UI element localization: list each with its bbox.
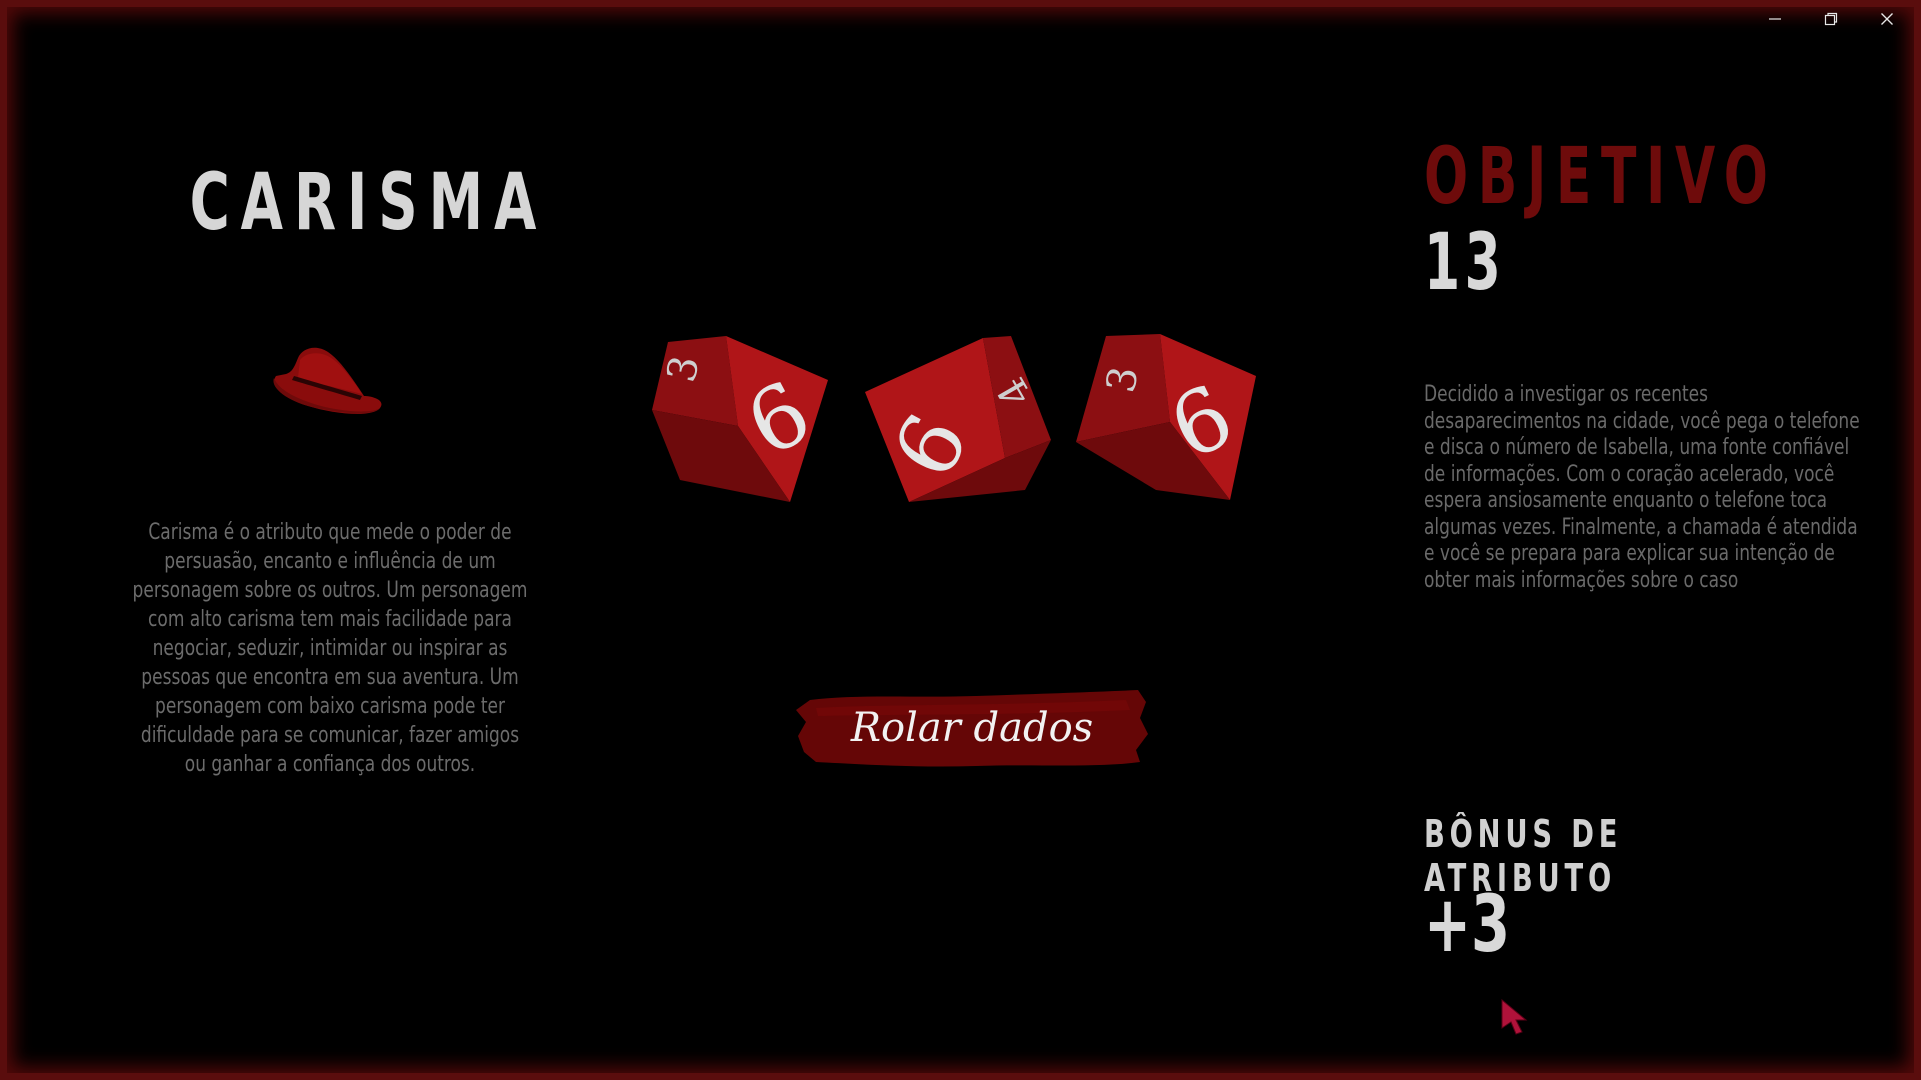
minimize-button[interactable]	[1747, 4, 1803, 34]
window-controls	[1747, 4, 1915, 34]
objective-title: OBJETIVO	[1424, 132, 1778, 222]
story-text: Decidido a investigar os recentes desapa…	[1424, 382, 1860, 593]
minimize-icon	[1769, 18, 1781, 20]
roll-dice-label: Rolar dados	[850, 705, 1094, 751]
attribute-title: CARISMA	[189, 158, 548, 248]
cursor-icon	[1501, 998, 1528, 1035]
attribute-description: Carisma é o atributo que mede o poder de…	[132, 520, 528, 777]
attribute-bonus-value: +3	[1424, 880, 1511, 970]
roll-dice-button[interactable]: Rolar dados	[796, 688, 1148, 768]
restore-button[interactable]	[1803, 4, 1859, 34]
objective-value: 13	[1424, 218, 1506, 308]
close-button[interactable]	[1859, 4, 1915, 34]
restore-icon	[1824, 12, 1838, 26]
die-2: 6 4	[865, 336, 1051, 502]
close-icon	[1881, 13, 1893, 25]
die-3: 3 6	[1076, 334, 1256, 500]
die-1: 3 6	[652, 336, 828, 502]
fedora-hat-icon	[273, 347, 382, 414]
